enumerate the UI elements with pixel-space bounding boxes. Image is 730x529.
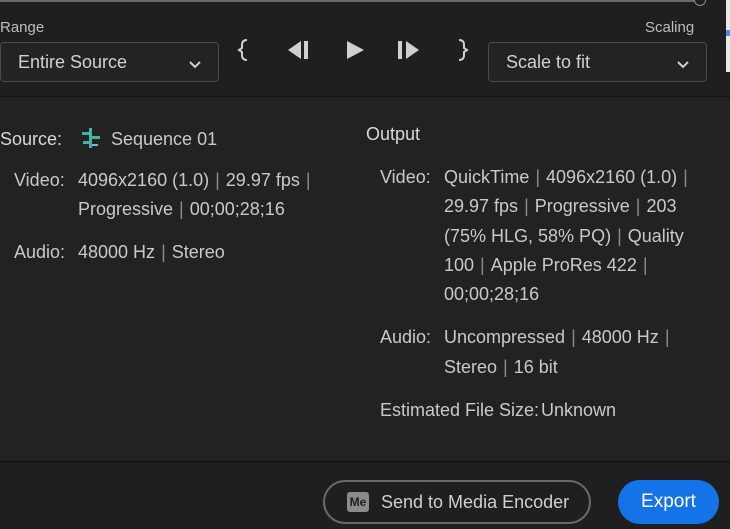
output-video-line-3: (75% HLG, 58% PQ) | Quality: [444, 226, 684, 246]
file-size-label: Estimated File Size:: [380, 400, 540, 420]
window-edge: [726, 0, 730, 72]
step-back-icon[interactable]: [285, 39, 311, 66]
range-selected: Entire Source: [18, 51, 128, 72]
scrub-bar[interactable]: [0, 0, 702, 2]
send-to-media-encoder-label: Send to Media Encoder: [381, 491, 570, 512]
send-to-media-encoder-button[interactable]: Me Send to Media Encoder: [323, 480, 591, 524]
play-icon[interactable]: [344, 39, 366, 66]
mark-in-icon[interactable]: [237, 38, 253, 67]
chevron-down-icon: [676, 55, 690, 76]
output-video-line-1: QuickTime | 4096x2160 (1.0) |: [444, 167, 688, 187]
export-button[interactable]: Export: [618, 480, 719, 524]
output-audio-label: Audio:: [380, 327, 432, 347]
scaling-selected: Scale to fit: [506, 51, 591, 72]
window-edge-mark: [726, 30, 730, 36]
output-video-line-2: 29.97 fps | Progressive | 203: [444, 196, 677, 216]
output-heading: Output: [366, 124, 421, 144]
output-video-line-5: 00;00;28;16: [444, 284, 540, 304]
source-video-line-1: 4096x2160 (1.0) | 29.97 fps |: [78, 170, 311, 190]
source-sequence-name: Sequence 01: [111, 129, 218, 149]
output-audio-line-1: Uncompressed | 48000 Hz |: [444, 327, 670, 347]
media-encoder-icon: Me: [347, 492, 369, 512]
scaling-dropdown[interactable]: Scale to fit: [488, 42, 707, 82]
output-video-line-4: 100 | Apple ProRes 422 |: [444, 255, 648, 275]
output-audio-line-2: Stereo | 16 bit: [444, 357, 558, 377]
source-audio-label: Audio:: [14, 242, 66, 262]
mark-out-icon[interactable]: [454, 38, 470, 67]
chevron-down-icon: [188, 55, 202, 76]
file-size-value: Unknown: [541, 400, 617, 420]
summary-panel: [0, 97, 730, 461]
export-label: Export: [641, 491, 696, 512]
source-video-line-2: Progressive | 00;00;28;16: [78, 199, 285, 219]
sequence-icon: [80, 127, 102, 154]
range-dropdown[interactable]: Entire Source: [0, 42, 219, 82]
range-label: Range: [0, 19, 45, 36]
source-video-label: Video:: [14, 170, 65, 190]
scaling-label: Scaling: [645, 19, 695, 36]
step-forward-icon[interactable]: [396, 39, 422, 66]
output-video-label: Video:: [380, 167, 431, 187]
source-audio-line: 48000 Hz | Stereo: [78, 242, 225, 262]
source-heading: Source:: [0, 129, 63, 149]
